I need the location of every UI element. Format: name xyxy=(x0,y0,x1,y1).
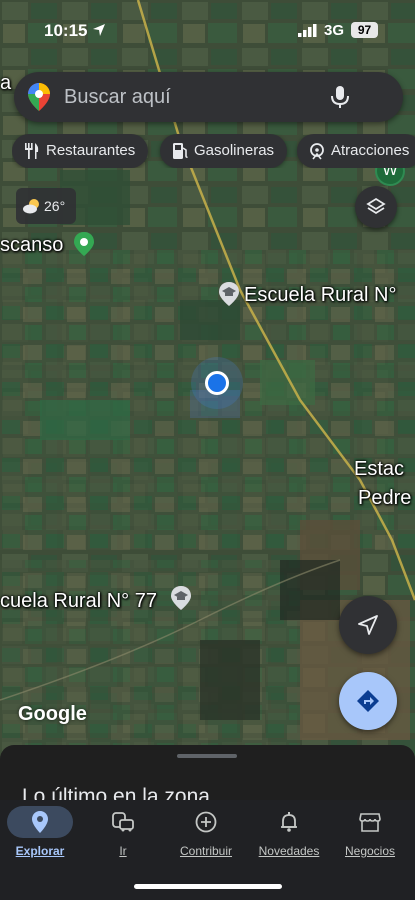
directions-icon xyxy=(357,690,379,712)
layers-button[interactable] xyxy=(355,186,397,228)
place-pin-icon[interactable] xyxy=(73,232,95,256)
home-indicator[interactable] xyxy=(134,884,282,889)
cell-signal-icon xyxy=(298,24,317,37)
my-location-button[interactable] xyxy=(339,596,397,654)
map-label-descanso[interactable]: scanso xyxy=(0,234,63,257)
weather-temp: 26° xyxy=(44,198,66,214)
nav-icon-container xyxy=(90,806,156,838)
nav-negocios[interactable]: Negocios xyxy=(330,806,410,858)
layers-icon xyxy=(366,197,386,215)
chip-label: Restaurantes xyxy=(46,142,136,159)
microphone-icon[interactable] xyxy=(330,85,350,109)
location-arrow-icon xyxy=(93,24,105,36)
sheet-drag-handle[interactable] xyxy=(177,754,237,758)
nav-explorar[interactable]: Explorar xyxy=(0,806,80,858)
nav-label: Negocios xyxy=(344,844,396,858)
chip-label: Gasolineras xyxy=(194,142,275,159)
nav-novedades[interactable]: Novedades xyxy=(249,806,329,858)
search-bar[interactable]: Buscar aquí W xyxy=(14,72,405,186)
category-chips: Restaurantes Gasolineras Atracciones xyxy=(12,134,415,168)
weather-badge[interactable]: 26° xyxy=(16,188,76,224)
navigation-arrow-icon xyxy=(358,615,378,635)
storefront-icon xyxy=(359,813,381,832)
chip-atracciones[interactable]: Atracciones xyxy=(297,134,415,168)
google-logo: Google xyxy=(18,703,87,725)
battery-indicator: 97 xyxy=(351,22,378,38)
chip-gasolineras[interactable]: Gasolineras xyxy=(160,134,288,168)
fork-knife-icon xyxy=(25,143,39,159)
network-type: 3G xyxy=(324,22,345,39)
attractions-icon xyxy=(310,143,324,160)
bell-icon xyxy=(281,812,297,832)
nav-icon-container xyxy=(256,806,322,838)
google-maps-pin-icon xyxy=(28,83,50,111)
nav-label: Contribuir xyxy=(179,844,233,858)
school-pin-icon[interactable] xyxy=(218,282,240,306)
map-label-escuela-rural-77[interactable]: cuela Rural N° 77 xyxy=(0,590,157,613)
school-pin-icon[interactable] xyxy=(170,586,192,610)
nav-ir[interactable]: Ir xyxy=(83,806,163,858)
directions-button[interactable] xyxy=(339,672,397,730)
nav-label: Explorar xyxy=(15,844,65,858)
chip-restaurantes[interactable]: Restaurantes xyxy=(12,134,149,168)
status-bar: 10:15 3G 97 xyxy=(0,0,415,60)
map-label-estacion[interactable]: Estac xyxy=(354,458,404,481)
search-input[interactable]: Buscar aquí xyxy=(64,86,171,109)
commute-icon xyxy=(112,812,134,832)
current-location-dot xyxy=(205,371,229,395)
nav-label: Ir xyxy=(119,844,127,858)
nav-contribuir[interactable]: Contribuir xyxy=(166,806,246,858)
map-label-estacion-line2[interactable]: Pedre xyxy=(358,487,411,510)
status-time: 10:15 xyxy=(44,21,88,40)
nav-icon-container xyxy=(7,806,73,838)
partly-sunny-icon xyxy=(23,199,39,214)
gas-station-icon xyxy=(173,143,188,159)
nav-label: Novedades xyxy=(258,844,320,858)
map-label-fragment: a xyxy=(0,72,12,94)
chip-label: Atracciones xyxy=(331,142,410,159)
nav-icon-container xyxy=(337,806,403,838)
add-circle-icon xyxy=(195,811,217,833)
map-label-escuela-rural[interactable]: Escuela Rural N° xyxy=(244,284,397,307)
location-pin-icon xyxy=(32,811,48,833)
nav-icon-container xyxy=(173,806,239,838)
